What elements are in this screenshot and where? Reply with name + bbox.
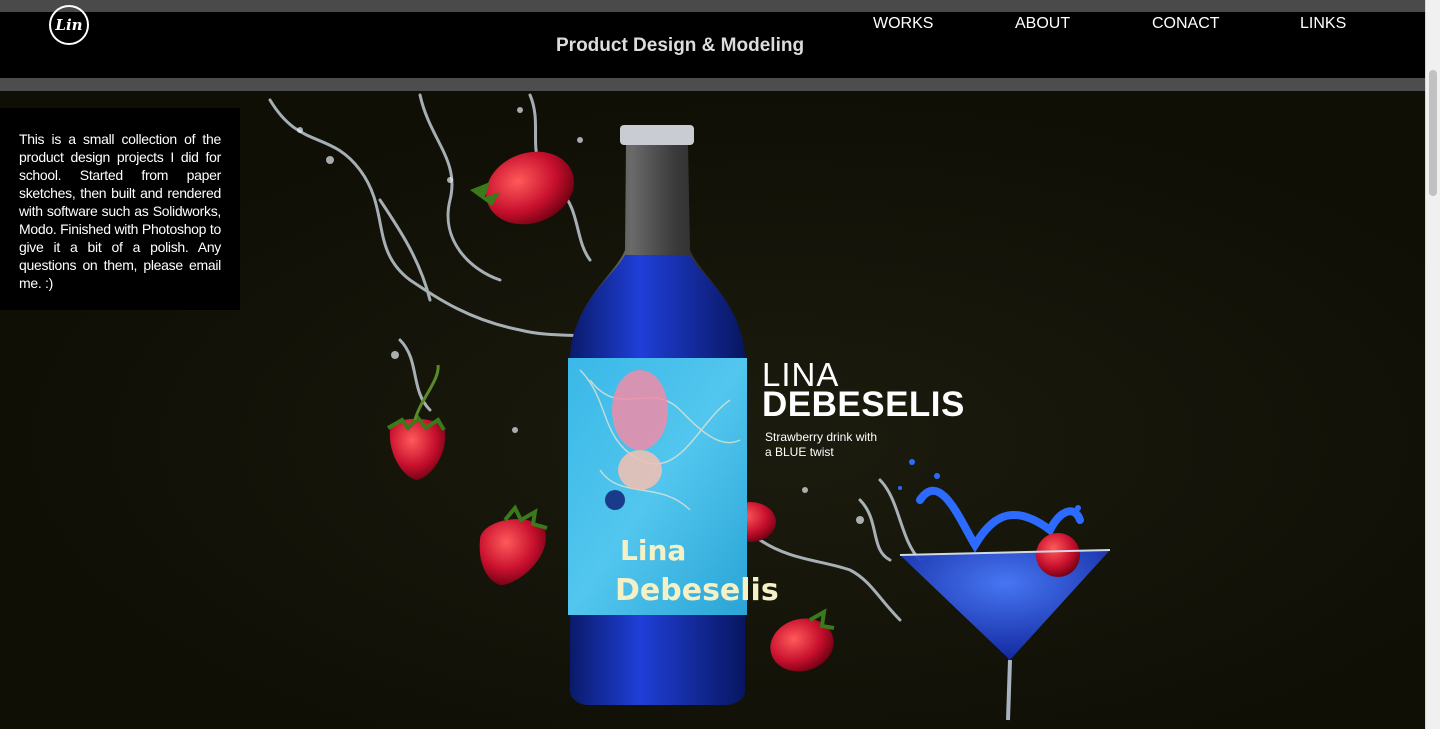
cocktail-glass	[898, 459, 1111, 721]
description-panel: This is a small collection of the produc…	[0, 108, 240, 310]
strawberry	[479, 504, 548, 585]
scrollbar-thumb[interactable]	[1429, 70, 1437, 196]
bottle-label-text-2: Debeselis	[615, 573, 779, 608]
tagline-line-1: Strawberry drink with	[765, 430, 878, 444]
brand-last-name: DEBESELIS	[762, 385, 965, 424]
bottle: Lina Debeselis	[568, 125, 779, 705]
description-text: This is a small collection of the produc…	[19, 131, 221, 291]
strawberry	[770, 608, 835, 672]
strawberry	[470, 151, 574, 225]
tagline: Strawberry drink with a BLUE twist	[765, 430, 915, 460]
tagline-line-2: a BLUE twist	[765, 445, 834, 459]
bottle-label-text-1: Lina	[620, 534, 686, 567]
vertical-scrollbar[interactable]	[1425, 0, 1440, 729]
page: Lin Product Design & Modeling WORKS ABOU…	[0, 0, 1440, 729]
